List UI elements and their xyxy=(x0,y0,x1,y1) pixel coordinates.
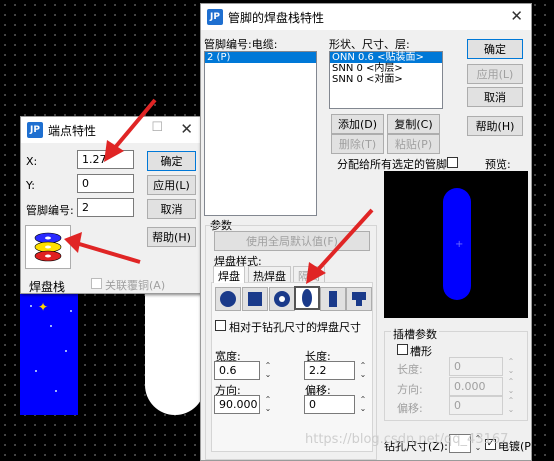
length-spinner[interactable]: ⌃ ⌄ xyxy=(358,361,368,381)
padstack-icon xyxy=(34,232,62,262)
relative-drill-checkbox[interactable] xyxy=(215,320,226,331)
slot-offset-label: 偏移: xyxy=(397,402,423,415)
slot-offset-input[interactable]: 0 xyxy=(449,396,503,415)
pin-properties-dialog: JP 端点特性 ☐ ✕ X: 1.27 Y: 0 管脚编号: 2 确定 应用(L… xyxy=(20,116,202,294)
blue-copper-pad xyxy=(20,290,78,415)
preview-origin-cross: + xyxy=(455,239,464,250)
x-input[interactable]: 1.27 xyxy=(77,150,134,169)
slot-length-label: 长度: xyxy=(397,363,423,376)
apply-button[interactable]: 应用(L) xyxy=(147,175,196,195)
width-spinner[interactable]: ⌃ ⌄ xyxy=(263,361,273,381)
list-item[interactable]: SNN 0 <对面> xyxy=(330,74,442,85)
pin-number-label: 管脚编号: xyxy=(26,204,74,217)
orientation-input[interactable]: 90.000 xyxy=(214,395,260,414)
dialog-title: 端点特性 xyxy=(48,123,97,138)
slot-checkbox[interactable] xyxy=(397,344,408,355)
shape-list-header: 形状、尺寸、层: xyxy=(329,38,410,51)
list-item[interactable]: SNN 0 <内层> xyxy=(330,63,442,74)
watermark-text: https://blog.csdn.net/qq_43167 xyxy=(305,432,509,447)
rect-finger-button[interactable] xyxy=(320,287,346,311)
square-pad-button[interactable] xyxy=(242,287,268,311)
slot-orientation-input[interactable]: 0.000 xyxy=(449,377,503,396)
shape-size-layer-list[interactable]: ONN 0.6 <贴装面> SNN 0 <内层> SNN 0 <对面> xyxy=(329,51,443,109)
round-pad-button[interactable] xyxy=(215,287,241,311)
padstack-label: 焊盘栈 xyxy=(29,280,66,294)
y-label: Y: xyxy=(26,179,35,192)
cancel-button[interactable]: 取消 xyxy=(147,199,196,219)
ok-button[interactable]: 确定 xyxy=(147,151,196,171)
pin-dialog-titlebar: JP 端点特性 ☐ ✕ xyxy=(21,117,201,143)
preview-label: 预览: xyxy=(485,158,511,171)
help-button[interactable]: 帮助(H) xyxy=(147,227,196,247)
apply-button[interactable]: 应用(L) xyxy=(467,64,523,84)
ok-button[interactable]: 确定 xyxy=(467,39,523,59)
slot-params-label: 插槽参数 xyxy=(391,326,439,342)
help-button[interactable]: 帮助(H) xyxy=(467,116,523,136)
oval-pad-button[interactable] xyxy=(294,286,320,310)
slot-length-spinner[interactable]: ⌃ ⌄ xyxy=(506,357,516,377)
origin-marker-icon: ✦ xyxy=(38,300,49,314)
assign-all-checkbox[interactable] xyxy=(447,157,458,168)
orientation-spinner[interactable]: ⌃ ⌄ xyxy=(263,395,273,415)
padstack-button[interactable] xyxy=(25,225,71,269)
slot-orientation-label: 方向: xyxy=(397,383,423,396)
offset-spinner[interactable]: ⌃ ⌄ xyxy=(358,395,368,415)
relative-drill-label: 相对于钻孔尺寸的焊盘尺寸 xyxy=(229,321,361,334)
add-button[interactable]: 添加(D) xyxy=(331,114,384,134)
pin-number-input[interactable]: 2 xyxy=(77,198,134,217)
delete-button[interactable]: 删除(T) xyxy=(331,134,384,154)
annular-pad-icon xyxy=(274,291,290,307)
associate-copper-checkbox[interactable] xyxy=(91,278,102,289)
maximize-icon[interactable]: ☐ xyxy=(151,120,163,135)
pin-list[interactable]: 2 (P) xyxy=(204,51,317,216)
close-icon[interactable]: ✕ xyxy=(510,7,523,25)
pin-list-header: 管脚编号:电缆: xyxy=(204,38,278,51)
copy-button[interactable]: 复制(C) xyxy=(387,114,440,134)
slot-label: 槽形 xyxy=(410,345,432,358)
width-input[interactable]: 0.6 xyxy=(214,361,260,380)
annular-pad-button[interactable] xyxy=(269,287,295,311)
slot-length-input[interactable]: 0 xyxy=(449,357,503,376)
oval-pad-icon xyxy=(302,289,312,307)
assign-all-label: 分配给所有选定的管脚 xyxy=(337,158,447,171)
app-logo-icon: JP xyxy=(27,122,43,138)
use-defaults-button[interactable]: 使用全局默认值(F) xyxy=(214,231,370,251)
list-item[interactable]: ONN 0.6 <贴装面> xyxy=(330,52,442,63)
slot-orientation-spinner[interactable]: ⌃ ⌄ xyxy=(506,377,516,397)
custom-pad-button[interactable] xyxy=(346,287,372,311)
tab-thermal[interactable]: 热焊盘 xyxy=(248,266,291,283)
dialog-title: 管脚的焊盘栈特性 xyxy=(228,10,325,25)
cancel-button[interactable]: 取消 xyxy=(467,87,523,107)
rect-finger-icon xyxy=(329,291,337,307)
associate-copper-label: 关联覆铜(A) xyxy=(105,279,166,292)
app-logo-icon: JP xyxy=(207,9,223,25)
round-pad-icon xyxy=(220,291,236,307)
tab-isolation[interactable]: 隔离 xyxy=(293,266,325,283)
close-icon[interactable]: ✕ xyxy=(180,120,193,138)
offset-input[interactable]: 0 xyxy=(304,395,355,414)
tab-pad[interactable]: 焊盘 xyxy=(213,266,245,283)
list-item[interactable]: 2 (P) xyxy=(205,52,316,63)
square-pad-icon xyxy=(248,292,262,306)
x-label: X: xyxy=(26,155,38,168)
pad-preview: + xyxy=(384,171,528,318)
slot-offset-spinner[interactable]: ⌃ ⌄ xyxy=(506,396,516,416)
paste-button[interactable]: 粘贴(P) xyxy=(387,134,440,154)
y-input[interactable]: 0 xyxy=(77,174,134,193)
padstack-dialog-titlebar: JP 管脚的焊盘栈特性 ✕ xyxy=(201,4,531,30)
length-input[interactable]: 2.2 xyxy=(304,361,355,380)
custom-pad-icon xyxy=(352,292,366,306)
padstack-properties-dialog: JP 管脚的焊盘栈特性 ✕ 管脚编号:电缆: 2 (P) 形状、尺寸、层: ON… xyxy=(200,3,535,461)
